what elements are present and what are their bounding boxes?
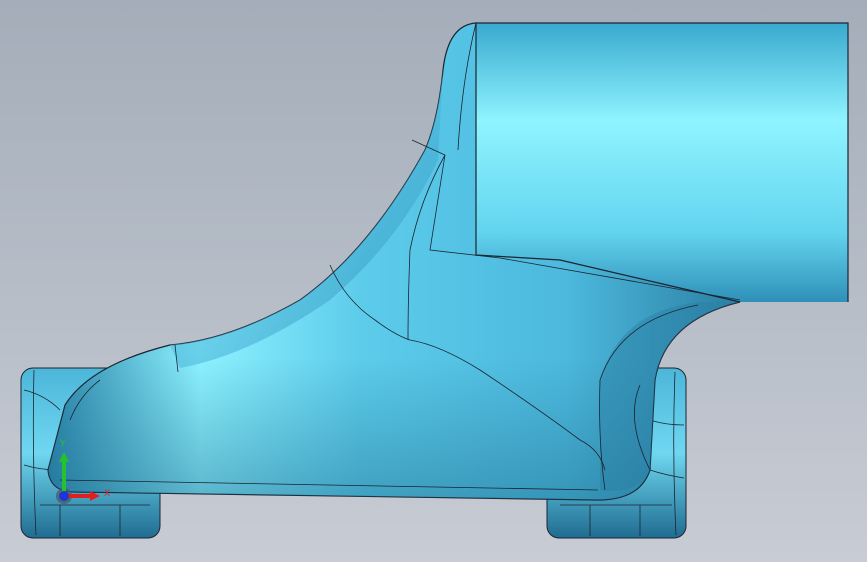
- x-axis-arrowhead: [90, 491, 100, 501]
- coordinate-triad: Y X: [52, 440, 122, 510]
- x-axis-label: X: [104, 489, 111, 499]
- y-axis-arrowhead: [59, 452, 69, 462]
- y-axis-label: Y: [60, 439, 66, 449]
- triad-graphic: [56, 452, 100, 504]
- part-model[interactable]: [0, 0, 867, 562]
- graphics-viewport[interactable]: Y X: [0, 0, 867, 562]
- z-axis-dot: [59, 491, 69, 501]
